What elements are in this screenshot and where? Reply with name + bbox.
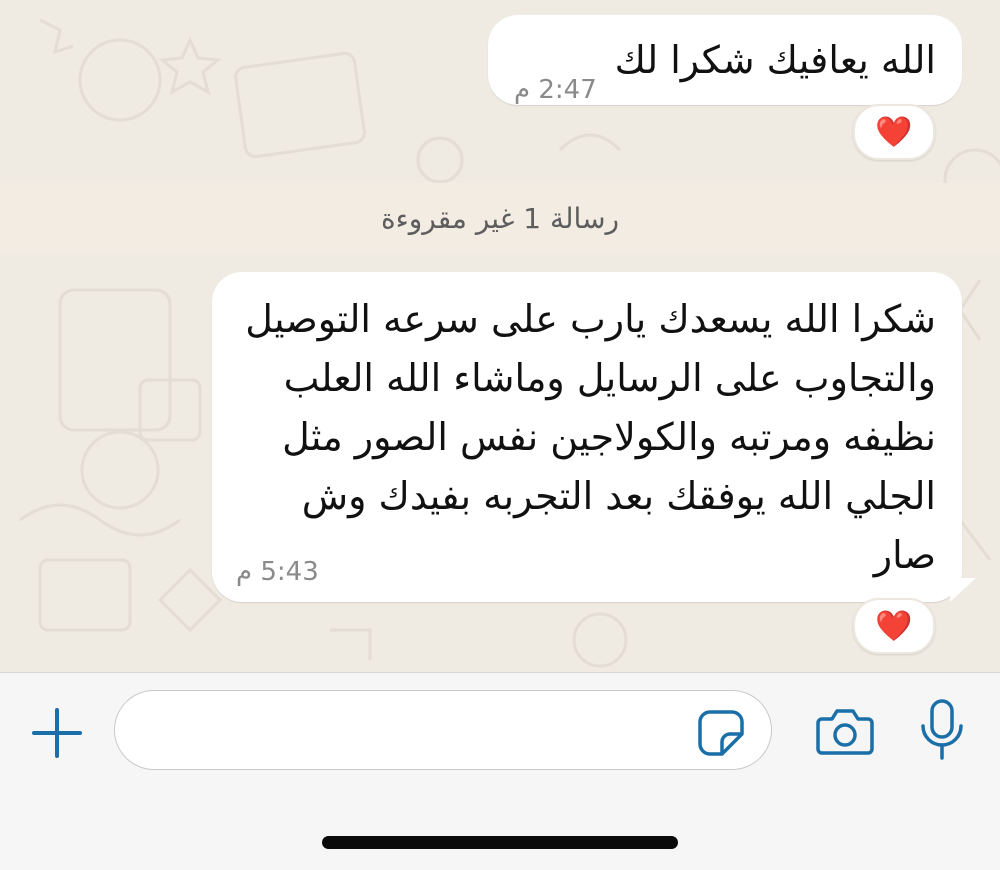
message-time: 5:43 م	[236, 557, 319, 587]
message-time: 2:47 م	[514, 75, 597, 105]
camera-icon[interactable]	[816, 705, 874, 757]
heart-icon: ❤️	[875, 608, 913, 644]
message-text: شكرا الله يسعدك يارب على سرعه التوصيل وا…	[245, 297, 936, 577]
message-input-box[interactable]	[114, 690, 772, 770]
unread-banner-text: رسالة 1 غير مقروءة	[380, 201, 620, 235]
heart-icon: ❤️	[875, 114, 913, 150]
microphone-icon[interactable]	[918, 698, 966, 762]
heart-reaction[interactable]: ❤️	[853, 598, 935, 654]
heart-reaction[interactable]: ❤️	[853, 104, 935, 160]
unread-messages-banner: رسالة 1 غير مقروءة	[0, 183, 1000, 253]
message-text: الله يعافيك شكرا لك	[614, 38, 936, 82]
message-bubble-outgoing[interactable]: الله يعافيك شكرا لك 2:47 م	[488, 15, 962, 105]
home-indicator[interactable]	[322, 836, 678, 849]
message-input[interactable]	[143, 703, 707, 757]
bubble-tail	[950, 578, 976, 602]
message-bubble-incoming[interactable]: شكرا الله يسعدك يارب على سرعه التوصيل وا…	[212, 272, 962, 602]
plus-icon[interactable]	[30, 706, 84, 760]
sticker-icon[interactable]	[696, 708, 746, 758]
chat-area: الله يعافيك شكرا لك 2:47 م ❤️ رسالة 1 غي…	[0, 0, 1000, 672]
